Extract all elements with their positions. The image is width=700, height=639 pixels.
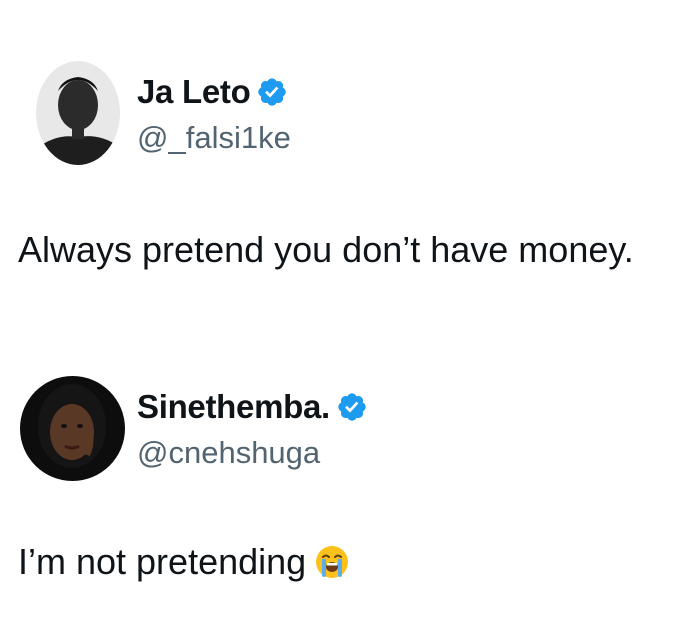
handle[interactable]: @_falsi1ke [137,121,291,155]
avatar-sinethemba[interactable] [20,376,125,481]
display-name[interactable]: Sinethemba. [137,389,330,425]
tweet-text-content: Always pretend you don’t have money. [18,229,634,270]
avatar-icon [20,376,125,481]
avatar-ja-leto[interactable] [36,61,120,165]
loudly-crying-face-icon [314,544,350,580]
verified-badge-icon [256,76,288,108]
tweet-2: Sinethemba. @cnehshuga I’m not pretendin… [0,320,700,639]
tweet-text: Always pretend you don’t have money. [18,230,634,270]
name-row: Sinethemba. [137,389,368,425]
tweet-text: I’m not pretending [18,542,350,582]
tweet-1: Ja Leto @_falsi1ke Always pretend you do… [0,0,700,320]
display-name[interactable]: Ja Leto [137,74,251,110]
name-row: Ja Leto [137,74,288,110]
verified-badge-icon [336,391,368,423]
tweet-text-content: I’m not pretending [18,541,307,582]
handle[interactable]: @cnehshuga [137,436,320,470]
avatar-icon [36,61,120,165]
